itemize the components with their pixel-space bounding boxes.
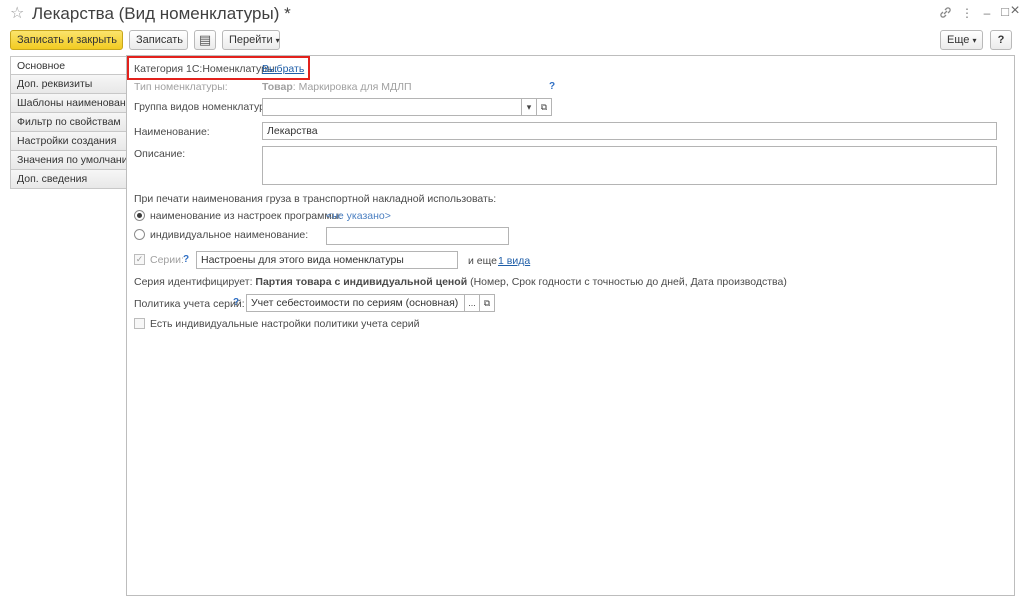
minimize-icon[interactable]: – (980, 6, 994, 20)
program-name-link[interactable]: <не указано> (326, 209, 391, 223)
individual-name-input[interactable] (326, 227, 509, 245)
policy-label: Политика учета серий: (134, 298, 245, 310)
window-title: Лекарства (Вид номенклатуры) * (32, 4, 291, 23)
individual-policy-checkbox[interactable] (134, 318, 145, 329)
series-more-prefix: и еще (468, 255, 497, 267)
tab-property-filter[interactable]: Фильтр по свойствам (10, 113, 127, 132)
help-button[interactable]: ? (990, 30, 1012, 50)
tab-name-templates[interactable]: Шаблоны наименований (10, 94, 127, 113)
policy-input[interactable]: Учет себестоимости по сериям (основная) (246, 294, 465, 312)
description-label: Описание: (134, 148, 186, 160)
link-icon[interactable] (938, 6, 952, 20)
type-value: Товар: Маркировка для МДЛП (262, 80, 412, 94)
series-label: Серии: (150, 254, 184, 266)
individual-policy-label: Есть индивидуальные настройки политики у… (150, 318, 420, 330)
series-more-link[interactable]: 1 вида (498, 254, 530, 268)
radio-individual-name[interactable] (134, 229, 145, 240)
more-button[interactable]: Еще ▾ (940, 30, 983, 50)
group-open-icon[interactable]: ⧉ (536, 98, 552, 116)
favorite-star-icon[interactable]: ☆ (10, 5, 24, 23)
dropdown-arrow-icon: ▾ (972, 36, 977, 45)
tab-main[interactable]: Основное (10, 56, 127, 75)
type-value-bold: Товар (262, 81, 293, 93)
goto-label: Перейти (229, 34, 273, 46)
highlight-box (127, 56, 310, 80)
tab-list: Основное Доп. реквизиты Шаблоны наименов… (10, 56, 127, 189)
print-heading: При печати наименования груза в транспор… (134, 193, 497, 205)
type-help-icon[interactable]: ? (549, 81, 555, 92)
group-dropdown-icon[interactable]: ▾ (521, 98, 537, 116)
type-value-rest: : Маркировка для МДЛП (292, 81, 412, 93)
dropdown-arrow-icon: ▾ (275, 36, 280, 45)
save-and-close-button[interactable]: Записать и закрыть (10, 30, 123, 50)
radio-program-settings[interactable] (134, 210, 145, 221)
policy-help-icon[interactable]: ? (233, 297, 239, 308)
radio-program-settings-label: наименование из настроек программы: (150, 210, 343, 222)
policy-open-icon[interactable]: ⧉ (479, 294, 495, 312)
tab-default-values[interactable]: Значения по умолчанию (10, 151, 127, 170)
policy-select-icon[interactable]: ... (464, 294, 480, 312)
description-input[interactable] (262, 146, 997, 185)
tab-extra-attributes[interactable]: Доп. реквизиты (10, 75, 127, 94)
group-input[interactable] (262, 98, 522, 116)
name-label: Наименование: (134, 126, 210, 138)
report-icon[interactable]: ▤ (194, 30, 216, 50)
series-id-prefix: Серия идентифицирует: (134, 276, 253, 288)
save-button[interactable]: Записать (129, 30, 188, 50)
tab-creation-settings[interactable]: Настройки создания (10, 132, 127, 151)
group-label: Группа видов номенклатуры: (134, 101, 276, 113)
series-checkbox[interactable]: ✓ (134, 254, 145, 265)
close-icon[interactable]: × (1008, 3, 1022, 19)
series-help-icon[interactable]: ? (183, 254, 189, 265)
radio-individual-name-label: индивидуальное наименование: (150, 229, 309, 241)
series-id-bold: Партия товара с индивидуальной ценой (255, 276, 468, 288)
more-label: Еще (947, 34, 970, 46)
series-input[interactable]: Настроены для этого вида номенклатуры (196, 251, 458, 269)
type-label: Тип номенклатуры: (134, 81, 228, 93)
series-id-rest: (Номер, Срок годности с точностью до дне… (470, 276, 787, 288)
more-actions-icon[interactable]: ⋮ (960, 6, 974, 20)
name-input[interactable]: Лекарства (262, 122, 997, 140)
series-identification: Серия идентифицирует: Партия товара с ин… (134, 275, 787, 289)
tab-extra-info[interactable]: Доп. сведения (10, 170, 127, 189)
goto-button[interactable]: Перейти ▾ (222, 30, 280, 50)
